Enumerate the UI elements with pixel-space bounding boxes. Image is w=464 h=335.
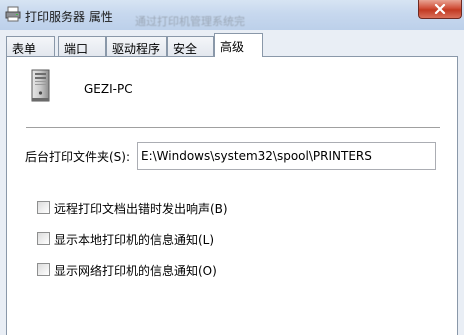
network-printer-notification-label[interactable]: 显示网络打印机的信息通知(O) (54, 262, 217, 279)
tab-label: 驱动程序 (112, 42, 161, 56)
section-divider (26, 127, 440, 129)
tab-drivers[interactable]: 驱动程序 (106, 36, 167, 56)
background-window-hint: 通过打印机管理系统完 (135, 15, 245, 28)
window-title: 打印服务器 属性 (25, 10, 113, 24)
printer-server-icon (5, 6, 21, 22)
close-icon (434, 4, 446, 14)
spool-folder-input[interactable] (137, 142, 436, 170)
tab-advanced[interactable]: 高级 (214, 33, 263, 57)
local-printer-notification-label[interactable]: 显示本地打印机的信息通知(L) (54, 231, 214, 248)
network-printer-notification-checkbox[interactable] (37, 263, 50, 276)
server-computer-icon (31, 69, 51, 105)
print-server-properties-window: 打印服务器 属性 通过打印机管理系统完 表单 端口 驱动程序 安全 高级 GEZ… (0, 0, 464, 335)
tab-label: 端口 (64, 42, 89, 56)
local-printer-notification-checkbox[interactable] (37, 232, 50, 245)
close-button[interactable] (418, 0, 462, 19)
tab-label: 安全 (173, 42, 198, 56)
tab-forms[interactable]: 表单 (6, 36, 55, 56)
spool-folder-label: 后台打印文件夹(S): (25, 150, 131, 164)
tab-security[interactable]: 安全 (167, 36, 214, 56)
title-bar[interactable]: 打印服务器 属性 通过打印机管理系统完 (0, 0, 464, 30)
advanced-tab-panel (6, 56, 458, 335)
tab-label: 表单 (12, 42, 37, 56)
server-name: GEZI-PC (84, 82, 133, 96)
remote-doc-error-beep-checkbox[interactable] (37, 201, 50, 214)
tab-label: 高级 (220, 40, 245, 54)
tab-ports[interactable]: 端口 (58, 36, 106, 56)
remote-doc-error-beep-label[interactable]: 远程打印文档出错时发出响声(B) (54, 200, 228, 217)
